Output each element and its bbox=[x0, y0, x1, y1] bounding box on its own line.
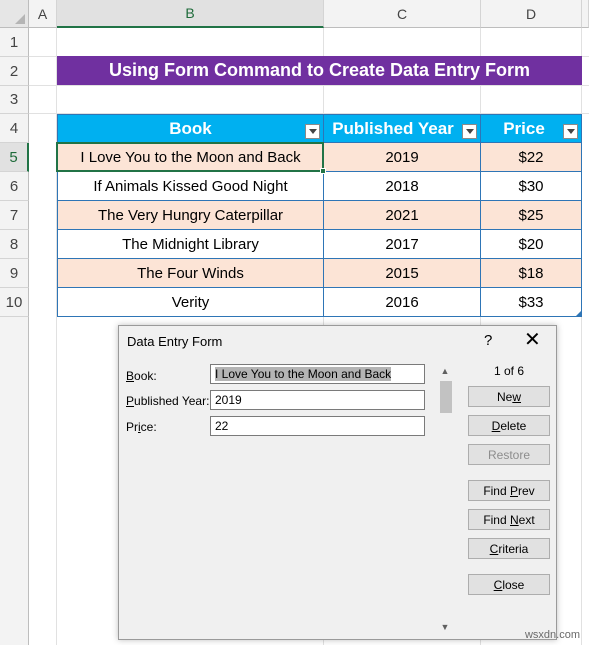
select-all-corner[interactable] bbox=[0, 0, 29, 28]
table-header-book: Book bbox=[57, 114, 324, 143]
table-cell[interactable]: $22 bbox=[481, 143, 582, 172]
record-counter: 1 of 6 bbox=[493, 364, 525, 378]
table-cell[interactable]: The Midnight Library bbox=[57, 230, 324, 259]
close-button[interactable]: Close bbox=[468, 574, 550, 595]
row-header-7[interactable]: 7 bbox=[0, 201, 29, 230]
table-cell[interactable]: $30 bbox=[481, 172, 582, 201]
header-label: Price bbox=[503, 118, 545, 138]
row-header-6[interactable]: 6 bbox=[0, 172, 29, 201]
row-header-empty bbox=[0, 317, 29, 645]
find-prev-button[interactable]: Find Prev bbox=[468, 480, 550, 501]
field-value: 22 bbox=[215, 419, 229, 433]
label-text: Pr bbox=[126, 420, 138, 434]
table-cell[interactable]: $33 bbox=[481, 288, 582, 317]
table-cell[interactable]: 2018 bbox=[324, 172, 481, 201]
criteria-button[interactable]: Criteria bbox=[468, 538, 550, 559]
table-resize-handle[interactable] bbox=[576, 311, 581, 316]
table-cell[interactable]: The Very Hungry Caterpillar bbox=[57, 201, 324, 230]
row-header-3[interactable]: 3 bbox=[0, 86, 29, 114]
accel-key: N bbox=[510, 512, 519, 527]
row-header-4[interactable]: 4 bbox=[0, 114, 29, 143]
close-icon[interactable]: ✕ bbox=[524, 329, 541, 351]
restore-button[interactable]: Restore bbox=[468, 444, 550, 465]
active-cell-selection bbox=[56, 142, 324, 172]
data-entry-form-dialog: Data Entry Form ? ✕ Book: I Love You to … bbox=[118, 325, 557, 640]
button-text: riteria bbox=[498, 541, 529, 556]
field-value: 2019 bbox=[215, 393, 242, 407]
gridline bbox=[29, 85, 589, 86]
new-button[interactable]: Ne w bbox=[468, 386, 550, 407]
column-header-a[interactable]: A bbox=[29, 0, 57, 28]
scrollbar-thumb[interactable] bbox=[440, 381, 452, 413]
button-text: Find bbox=[483, 483, 510, 498]
header-label: Book bbox=[169, 118, 212, 138]
table-cell[interactable]: 2019 bbox=[324, 143, 481, 172]
row-header-5[interactable]: 5 bbox=[0, 143, 29, 172]
button-text: ext bbox=[518, 512, 535, 527]
field-label-book: Book: bbox=[126, 369, 157, 383]
button-text: Find bbox=[483, 512, 510, 527]
column-header-e[interactable] bbox=[582, 0, 589, 28]
field-value: I Love You to the Moon and Back bbox=[215, 367, 392, 381]
table-header-price: Price bbox=[481, 114, 582, 143]
fill-handle[interactable] bbox=[320, 168, 326, 174]
field-label-published-year: Published Year: bbox=[126, 394, 209, 408]
button-text: rev bbox=[518, 483, 535, 498]
filter-dropdown-icon[interactable] bbox=[462, 124, 477, 139]
label-text: ce: bbox=[140, 420, 157, 434]
accel-key: C bbox=[493, 577, 503, 592]
filter-dropdown-icon[interactable] bbox=[563, 124, 578, 139]
scroll-down-icon[interactable]: ▼ bbox=[437, 620, 453, 634]
published-year-field[interactable]: 2019 bbox=[210, 390, 425, 410]
scroll-up-icon[interactable]: ▲ bbox=[437, 364, 453, 378]
dialog-title: Data Entry Form bbox=[127, 334, 223, 349]
table-cell[interactable]: The Four Winds bbox=[57, 259, 324, 288]
filter-dropdown-icon[interactable] bbox=[305, 124, 320, 139]
column-header-c[interactable]: C bbox=[324, 0, 481, 28]
price-field[interactable]: 22 bbox=[210, 416, 425, 436]
accel-key: P bbox=[510, 483, 519, 498]
row-header-1[interactable]: 1 bbox=[0, 28, 29, 57]
table-cell[interactable]: 2021 bbox=[324, 201, 481, 230]
button-text: Restore bbox=[487, 447, 531, 462]
label-text: ook: bbox=[134, 369, 157, 383]
accel-key: w bbox=[512, 389, 521, 404]
button-text: lose bbox=[502, 577, 525, 592]
row-header-10[interactable]: 10 bbox=[0, 288, 29, 317]
table-cell[interactable]: $18 bbox=[481, 259, 582, 288]
column-header-b[interactable]: B bbox=[57, 0, 324, 28]
row-header-9[interactable]: 9 bbox=[0, 259, 29, 288]
accel-key: C bbox=[489, 541, 499, 556]
table-cell[interactable]: 2017 bbox=[324, 230, 481, 259]
watermark: wsxdn.com bbox=[524, 629, 580, 641]
table-cell[interactable]: 2016 bbox=[324, 288, 481, 317]
table-header-published-year: Published Year bbox=[324, 114, 481, 143]
book-field[interactable]: I Love You to the Moon and Back bbox=[210, 364, 425, 384]
accel-key: D bbox=[491, 418, 501, 433]
table-cell[interactable]: $25 bbox=[481, 201, 582, 230]
field-label-price: Price: bbox=[126, 420, 157, 434]
table-cell[interactable]: Verity bbox=[57, 288, 324, 317]
accel-key: P bbox=[126, 394, 135, 408]
table-cell[interactable]: If Animals Kissed Good Night bbox=[57, 172, 324, 201]
delete-button[interactable]: Delete bbox=[468, 415, 550, 436]
row-header-8[interactable]: 8 bbox=[0, 230, 29, 259]
label-text: ublished Year: bbox=[134, 394, 210, 408]
find-next-button[interactable]: Find Next bbox=[468, 509, 550, 530]
button-text: Ne bbox=[496, 389, 513, 404]
table-cell[interactable]: $20 bbox=[481, 230, 582, 259]
accel-key: B bbox=[126, 369, 135, 383]
help-button[interactable]: ? bbox=[484, 332, 492, 349]
header-label: Published Year bbox=[332, 118, 454, 138]
table-cell[interactable]: 2015 bbox=[324, 259, 481, 288]
column-header-d[interactable]: D bbox=[481, 0, 582, 28]
button-text: elete bbox=[500, 418, 527, 433]
title-banner[interactable]: Using Form Command to Create Data Entry … bbox=[57, 56, 582, 85]
row-header-2[interactable]: 2 bbox=[0, 57, 29, 86]
